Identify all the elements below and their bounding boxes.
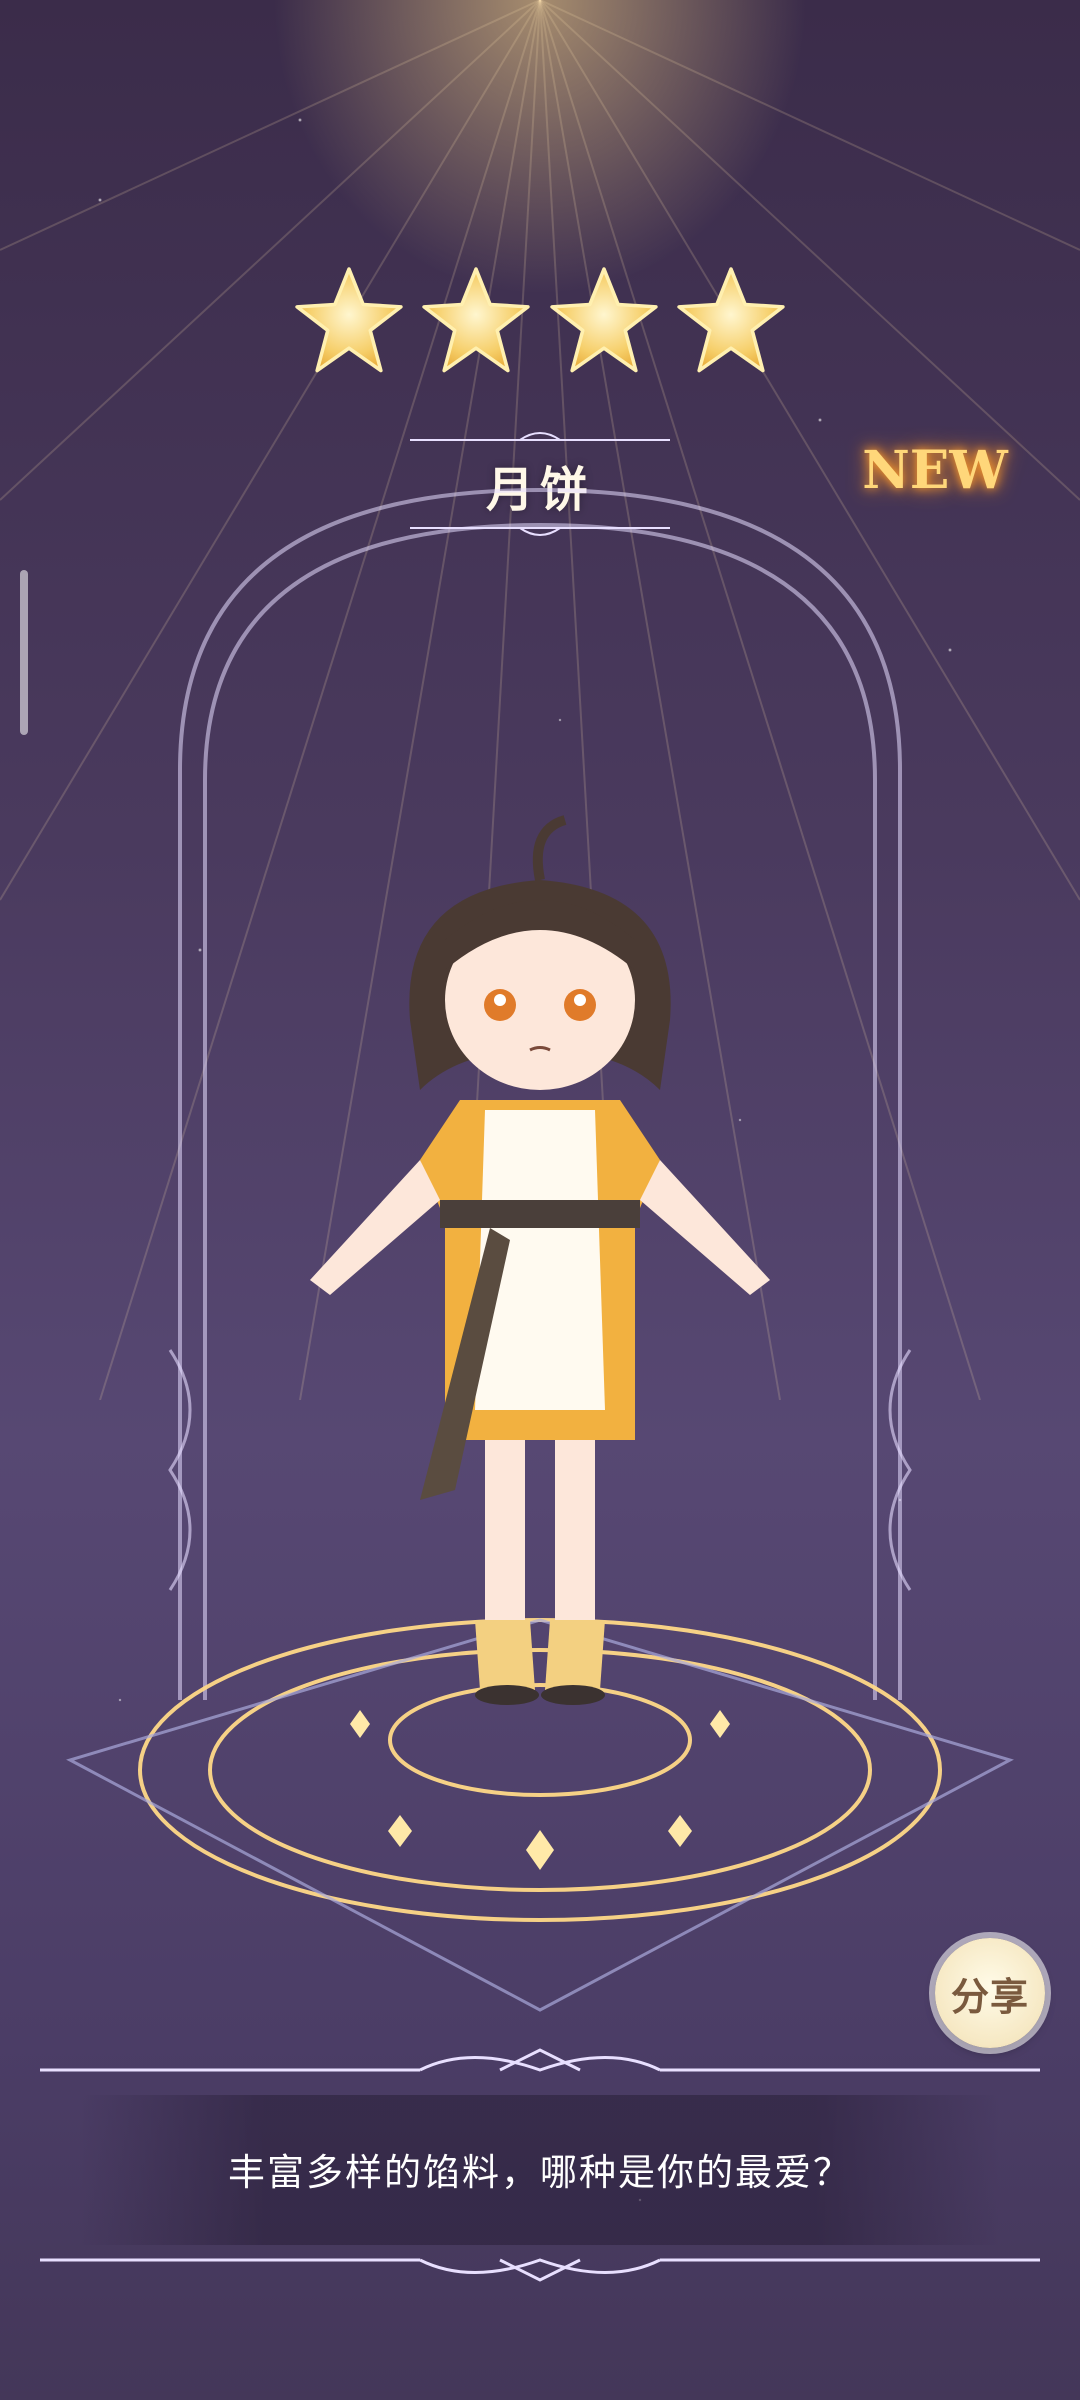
character-model <box>310 815 770 1705</box>
star-icon <box>295 267 403 373</box>
top-divider <box>40 2048 1040 2072</box>
bottom-divider <box>40 2258 1040 2282</box>
scroll-indicator[interactable] <box>20 570 28 735</box>
share-button[interactable]: 分享 <box>935 1938 1045 2048</box>
character-description: 丰富多样的馅料，哪种是你的最爱？ <box>228 2151 852 2194</box>
rarity-stars <box>290 262 790 382</box>
star-icon <box>422 267 531 373</box>
star-icon <box>549 267 658 373</box>
star-icon <box>677 267 785 373</box>
